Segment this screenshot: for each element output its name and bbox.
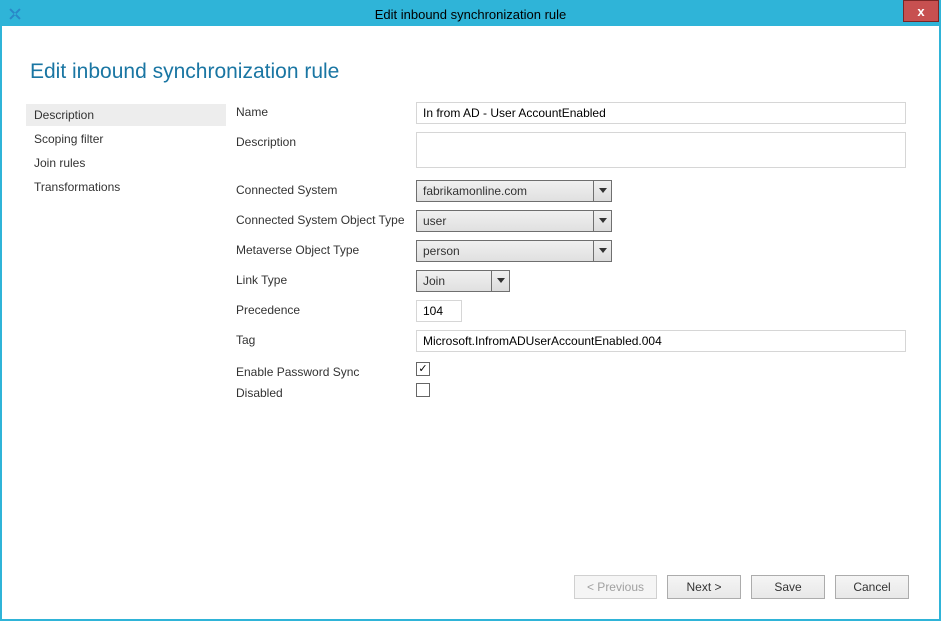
dialog-window: Edit inbound synchronization rule x Edit…	[0, 0, 941, 621]
app-icon	[8, 7, 22, 21]
mv-object-type-select[interactable]: person	[416, 240, 612, 262]
save-button[interactable]: Save	[751, 575, 825, 599]
cs-object-type-label: Connected System Object Type	[236, 210, 416, 227]
description-label: Description	[236, 132, 416, 149]
footer: < Previous Next > Save Cancel	[26, 575, 915, 607]
check-icon: ✓	[418, 364, 427, 375]
sidebar-item-join-rules[interactable]: Join rules	[26, 152, 226, 174]
disabled-checkbox[interactable]	[416, 383, 430, 397]
sidebar-item-label: Transformations	[34, 180, 120, 194]
next-button[interactable]: Next >	[667, 575, 741, 599]
previous-label: < Previous	[587, 580, 644, 594]
body: Description Scoping filter Join rules Tr…	[26, 102, 915, 575]
enable-pwd-sync-label: Enable Password Sync	[236, 362, 416, 379]
precedence-input[interactable]	[416, 300, 462, 322]
name-input[interactable]	[416, 102, 906, 124]
sidebar-item-label: Description	[34, 108, 94, 122]
sidebar-item-label: Join rules	[34, 156, 85, 170]
precedence-label: Precedence	[236, 300, 416, 317]
cs-object-type-value: user	[417, 211, 593, 231]
save-label: Save	[774, 580, 801, 594]
cancel-label: Cancel	[853, 580, 890, 594]
cs-object-type-select[interactable]: user	[416, 210, 612, 232]
titlebar: Edit inbound synchronization rule x	[2, 2, 939, 26]
connected-system-value: fabrikamonline.com	[417, 181, 593, 201]
next-label: Next >	[686, 580, 721, 594]
window-title: Edit inbound synchronization rule	[2, 7, 939, 22]
disabled-label: Disabled	[236, 383, 416, 400]
chevron-down-icon	[593, 241, 611, 261]
name-label: Name	[236, 102, 416, 119]
connected-system-select[interactable]: fabrikamonline.com	[416, 180, 612, 202]
sidebar: Description Scoping filter Join rules Tr…	[26, 102, 226, 575]
link-type-value: Join	[417, 271, 491, 291]
content-area: Edit inbound synchronization rule Descri…	[2, 26, 939, 619]
close-button[interactable]: x	[903, 0, 939, 22]
description-input[interactable]	[416, 132, 906, 168]
close-icon: x	[917, 4, 924, 19]
sidebar-item-transformations[interactable]: Transformations	[26, 176, 226, 198]
chevron-down-icon	[593, 181, 611, 201]
mv-object-type-label: Metaverse Object Type	[236, 240, 416, 257]
mv-object-type-value: person	[417, 241, 593, 261]
enable-pwd-sync-checkbox[interactable]: ✓	[416, 362, 430, 376]
previous-button: < Previous	[574, 575, 657, 599]
tag-input[interactable]	[416, 330, 906, 352]
sidebar-item-label: Scoping filter	[34, 132, 103, 146]
chevron-down-icon	[491, 271, 509, 291]
sidebar-item-description[interactable]: Description	[26, 104, 226, 126]
page-title: Edit inbound synchronization rule	[30, 60, 915, 84]
sidebar-item-scoping-filter[interactable]: Scoping filter	[26, 128, 226, 150]
link-type-select[interactable]: Join	[416, 270, 510, 292]
chevron-down-icon	[593, 211, 611, 231]
cancel-button[interactable]: Cancel	[835, 575, 909, 599]
form-area: Name Description Connected System fabrik…	[226, 102, 915, 575]
connected-system-label: Connected System	[236, 180, 416, 197]
tag-label: Tag	[236, 330, 416, 347]
link-type-label: Link Type	[236, 270, 416, 287]
